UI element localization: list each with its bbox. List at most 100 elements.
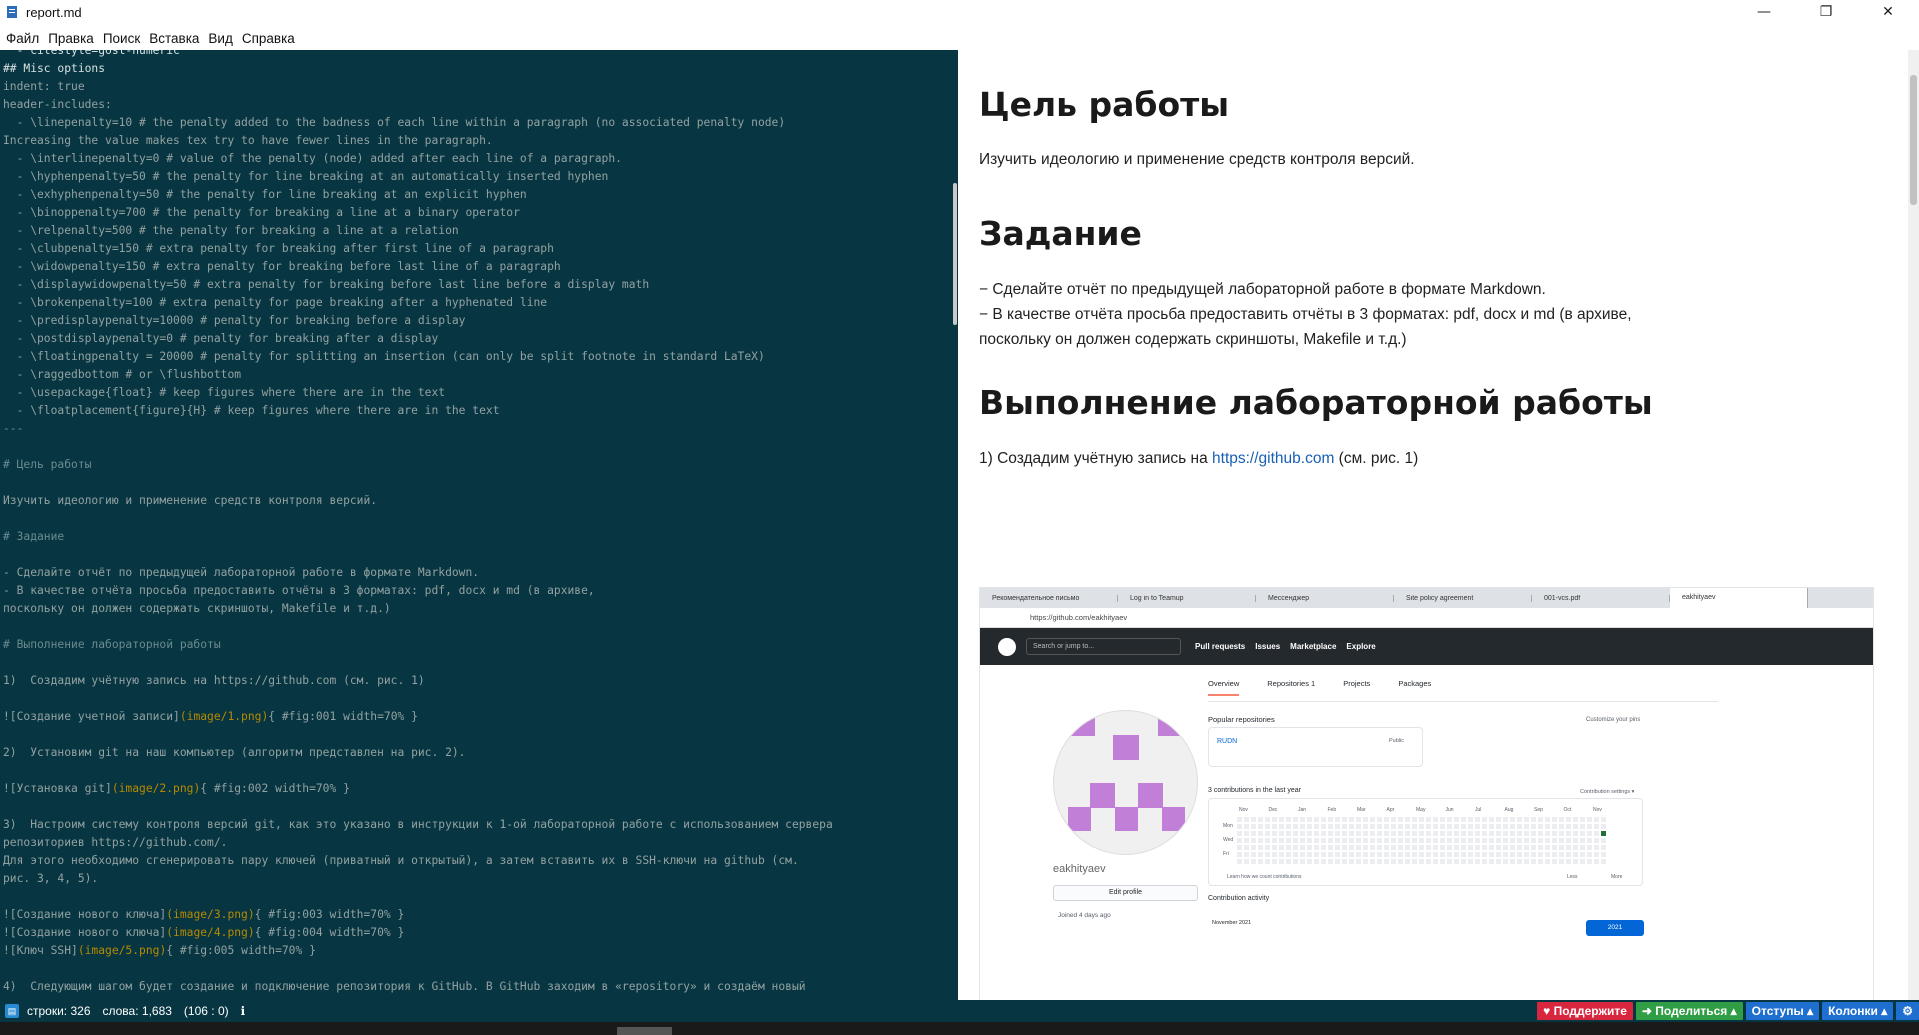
- editor-line[interactable]: - \hyphenpenalty=50 # the penalty for li…: [3, 168, 833, 186]
- contribution-cell: [1314, 859, 1319, 864]
- support-button[interactable]: ♥ Поддержите: [1537, 1002, 1633, 1020]
- editor-line[interactable]: - \relpenalty=500 # the penalty for brea…: [3, 222, 833, 240]
- contribution-cell: [1391, 817, 1396, 822]
- editor-line[interactable]: 2) Установим git на наш компьютер (алгор…: [3, 744, 833, 762]
- editor-line[interactable]: Increasing the value makes tex try to ha…: [3, 132, 833, 150]
- editor-line[interactable]: - \floatplacement{figure}{H} # keep figu…: [3, 402, 833, 420]
- editor-line[interactable]: [3, 546, 833, 564]
- editor-line[interactable]: - \binoppenalty=700 # the penalty for br…: [3, 204, 833, 222]
- contribution-cell: [1356, 831, 1361, 836]
- contribution-cell: [1286, 824, 1291, 829]
- contribution-cell: [1517, 817, 1522, 822]
- editor-line[interactable]: # Выполнение лабораторной работы: [3, 636, 833, 654]
- editor-line[interactable]: рис. 3, 4, 5).: [3, 870, 833, 888]
- editor-line[interactable]: ![Создание учетной записи](image/1.png){…: [3, 708, 833, 726]
- columns-button[interactable]: Колонки ▴: [1822, 1002, 1894, 1020]
- editor-line[interactable]: - \predisplaypenalty=10000 # penalty for…: [3, 312, 833, 330]
- contribution-cell: [1328, 817, 1333, 822]
- maximize-button[interactable]: ❐: [1795, 0, 1857, 24]
- menu-view[interactable]: Вид: [206, 31, 239, 46]
- menu-search[interactable]: Поиск: [101, 31, 147, 46]
- editor-line[interactable]: - \brokenpenalty=100 # extra penalty for…: [3, 294, 833, 312]
- editor-line[interactable]: [3, 474, 833, 492]
- editor-line[interactable]: - \interlinepenalty=0 # value of the pen…: [3, 150, 833, 168]
- editor-line[interactable]: - \postdisplaypenalty=0 # penalty for br…: [3, 330, 833, 348]
- contribution-cell: [1552, 831, 1557, 836]
- editor-line[interactable]: поскольку он должен содержать скриншоты,…: [3, 600, 833, 618]
- editor-line[interactable]: ![Создание нового ключа](image/4.png){ #…: [3, 924, 833, 942]
- editor-line[interactable]: - Сделайте отчёт по предыдущей лаборатор…: [3, 564, 833, 582]
- editor-line[interactable]: [3, 618, 833, 636]
- editor-line[interactable]: [3, 438, 833, 456]
- contribution-cell: [1293, 817, 1298, 822]
- editor-line[interactable]: - В качестве отчёта просьба предоставить…: [3, 582, 833, 600]
- editor-line[interactable]: ---: [3, 420, 833, 438]
- markdown-editor[interactable]: - citestyle=gost-numeric ## Misc options i…: [0, 50, 958, 1000]
- contribution-cell: [1573, 817, 1578, 822]
- editor-line[interactable]: - citestyle=gost-numeric: [3, 50, 833, 60]
- info-icon[interactable]: ℹ: [241, 1004, 246, 1018]
- editor-line[interactable]: [3, 960, 833, 978]
- contribution-cell: [1370, 845, 1375, 850]
- editor-scrollbar-thumb[interactable]: [953, 183, 957, 325]
- editor-line[interactable]: # Задание: [3, 528, 833, 546]
- editor-line[interactable]: Изучить идеологию и применение средств к…: [3, 492, 833, 510]
- editor-line[interactable]: 3) Настроим систему контроля версий git,…: [3, 816, 833, 834]
- editor-line[interactable]: ![Ключ SSH](image/5.png){ #fig:005 width…: [3, 942, 833, 960]
- editor-line[interactable]: [3, 510, 833, 528]
- contribution-cell: [1293, 831, 1298, 836]
- editor-line[interactable]: Для этого необходимо сгенерировать пару …: [3, 852, 833, 870]
- horizontal-scrollbar-thumb[interactable]: [617, 1027, 672, 1035]
- editor-line[interactable]: [3, 690, 833, 708]
- editor-line[interactable]: - \linepenalty=10 # the penalty added to…: [3, 114, 833, 132]
- editor-text[interactable]: - citestyle=gost-numeric ## Misc options i…: [0, 50, 833, 996]
- editor-line[interactable]: - \exhyphenpenalty=50 # the penalty for …: [3, 186, 833, 204]
- minimize-button[interactable]: —: [1733, 0, 1795, 24]
- contribution-cell: [1601, 852, 1606, 857]
- contribution-cell: [1475, 817, 1480, 822]
- contribution-cell: [1258, 838, 1263, 843]
- editor-line[interactable]: indent: true: [3, 78, 833, 96]
- editor-line[interactable]: [3, 798, 833, 816]
- editor-line[interactable]: ![Создание нового ключа](image/3.png){ #…: [3, 906, 833, 924]
- editor-line[interactable]: - \floatingpenalty = 20000 # penalty for…: [3, 348, 833, 366]
- contribution-cell: [1559, 845, 1564, 850]
- contribution-cell: [1307, 824, 1312, 829]
- editor-line[interactable]: - \displaywidowpenalty=50 # extra penalt…: [3, 276, 833, 294]
- contribution-cell: [1489, 859, 1494, 864]
- editor-line[interactable]: - \raggedbottom # or \flushbottom: [3, 366, 833, 384]
- editor-line[interactable]: репозиториев https://github.com/.: [3, 834, 833, 852]
- document-icon[interactable]: ▤: [5, 1004, 19, 1018]
- contribution-cell: [1524, 838, 1529, 843]
- preview-scrollbar-thumb[interactable]: [1910, 75, 1917, 205]
- menu-help[interactable]: Справка: [240, 31, 302, 46]
- menu-edit[interactable]: Правка: [46, 31, 101, 46]
- contribution-cell: [1265, 824, 1270, 829]
- month-label: Jun: [1445, 807, 1454, 813]
- editor-line[interactable]: [3, 888, 833, 906]
- menu-insert[interactable]: Вставка: [147, 31, 206, 46]
- github-body: Overview Repositories 1 Projects Package…: [980, 665, 1873, 1000]
- editor-line[interactable]: 1) Создадим учётную запись на https://gi…: [3, 672, 833, 690]
- github-link[interactable]: https://github.com: [1212, 450, 1334, 467]
- editor-line[interactable]: header-includes:: [3, 96, 833, 114]
- settings-icon[interactable]: ⚙: [1896, 1002, 1919, 1020]
- editor-line[interactable]: 4) Следующим шагом будет создание и подк…: [3, 978, 833, 996]
- indent-button[interactable]: Отступы ▴: [1745, 1002, 1820, 1020]
- editor-line[interactable]: # Цель работы: [3, 456, 833, 474]
- contribution-cell: [1601, 859, 1606, 864]
- editor-line[interactable]: ![Установка git](image/2.png){ #fig:002 …: [3, 780, 833, 798]
- editor-line[interactable]: - \usepackage{float} # keep figures wher…: [3, 384, 833, 402]
- contribution-cell: [1258, 852, 1263, 857]
- editor-line[interactable]: [3, 762, 833, 780]
- editor-line[interactable]: [3, 726, 833, 744]
- editor-line[interactable]: ## Misc options: [3, 60, 833, 78]
- contribution-cell: [1524, 845, 1529, 850]
- share-button[interactable]: ➜ Поделиться ▴: [1635, 1002, 1743, 1020]
- editor-line[interactable]: - \clubpenalty=150 # extra penalty for b…: [3, 240, 833, 258]
- contribution-cell: [1384, 838, 1389, 843]
- editor-line[interactable]: - \widowpenalty=150 # extra penalty for …: [3, 258, 833, 276]
- editor-line[interactable]: [3, 654, 833, 672]
- menu-file[interactable]: Файл: [4, 31, 46, 46]
- close-button[interactable]: ✕: [1857, 0, 1919, 24]
